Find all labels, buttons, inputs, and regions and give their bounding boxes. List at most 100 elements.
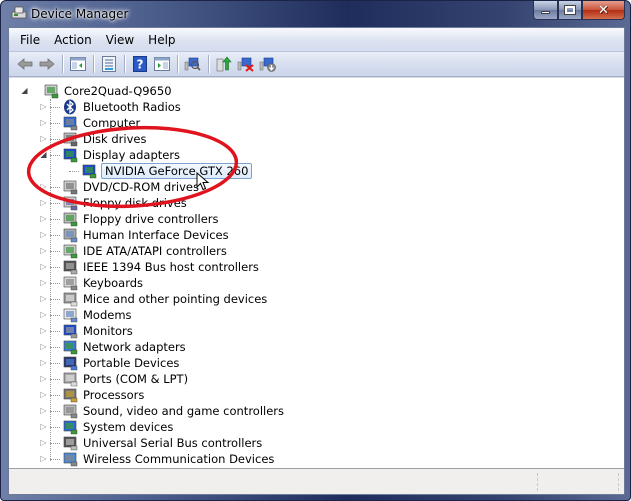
collapse-arrow-icon[interactable]: ◢ [20, 86, 29, 95]
status-pane [537, 473, 538, 491]
hid-icon [63, 228, 78, 243]
tree-root-node[interactable]: Core2Quad-Q9650 [43, 83, 173, 99]
expand-arrow-icon[interactable]: ▷ [39, 374, 48, 383]
node-label: Human Interface Devices [83, 228, 229, 242]
expand-arrow-icon[interactable]: ▷ [39, 294, 48, 303]
minimize-button[interactable] [533, 1, 558, 20]
uninstall-button[interactable] [235, 53, 257, 75]
expand-arrow-icon[interactable]: ▷ [39, 278, 48, 287]
expand-arrow-icon[interactable]: ▷ [39, 342, 48, 351]
expand-arrow-icon[interactable]: ▷ [39, 102, 48, 111]
expand-arrow-icon[interactable]: ▷ [39, 214, 48, 223]
expand-arrow-icon[interactable]: ▷ [39, 390, 48, 399]
tree-category-mice-and-other-pointing-devices[interactable]: Mice and other pointing devices [62, 291, 268, 307]
expand-arrow-icon[interactable]: ▷ [39, 326, 48, 335]
tree-connector-line [50, 251, 60, 252]
portable-device-icon [63, 356, 78, 371]
back-button[interactable] [14, 53, 36, 75]
mouse-cursor-icon [196, 172, 210, 191]
scan-hardware-changes-button[interactable] [182, 53, 204, 75]
caption-buttons: ✕ [533, 1, 625, 20]
keyboard-icon [63, 276, 78, 291]
tree-category-wireless-communication-devices[interactable]: Wireless Communication Devices [62, 451, 275, 467]
device-manager-window: Device Manager ✕ File Action View Help ?… [0, 0, 631, 501]
help-button[interactable]: ? [129, 53, 151, 75]
toolbar-separator [208, 55, 209, 73]
node-label: IEEE 1394 Bus host controllers [83, 260, 259, 274]
sound-icon [63, 404, 78, 419]
tree-category-network-adapters[interactable]: Network adapters [62, 339, 187, 355]
tree-category-monitors[interactable]: Monitors [62, 323, 134, 339]
tree-category-keyboards[interactable]: Keyboards [62, 275, 144, 291]
expand-arrow-icon[interactable]: ▷ [39, 246, 48, 255]
system-devices-icon [63, 420, 78, 435]
tree-connector-line [50, 459, 60, 460]
usb-icon [63, 436, 78, 451]
update-driver-button[interactable] [213, 53, 235, 75]
tree-category-modems[interactable]: Modems [62, 307, 133, 323]
show-hide-action-pane-button[interactable] [151, 53, 173, 75]
tree-category-system-devices[interactable]: System devices [62, 419, 174, 435]
node-label: Network adapters [83, 340, 186, 354]
tree-connector-line [50, 427, 60, 428]
tree-connector-line [50, 283, 60, 284]
tree-connector-line [50, 267, 60, 268]
expand-arrow-icon[interactable]: ▷ [39, 406, 48, 415]
svg-text:?: ? [137, 58, 144, 72]
toolbar-separator [177, 55, 178, 73]
tree-connector-line [50, 123, 60, 124]
tree-category-ieee-1394-bus-host-controllers[interactable]: IEEE 1394 Bus host controllers [62, 259, 260, 275]
tree-category-bluetooth-radios[interactable]: Bluetooth Radios [62, 99, 182, 115]
maximize-button[interactable] [558, 1, 582, 20]
expand-arrow-icon[interactable]: ▷ [39, 262, 48, 271]
node-label: Wireless Communication Devices [83, 452, 275, 466]
disable-device-icon [259, 57, 276, 72]
menu-action[interactable]: Action [47, 33, 99, 47]
bluetooth-icon [64, 99, 76, 115]
node-label: Keyboards [83, 276, 144, 290]
floppy-controller-icon [63, 212, 78, 227]
back-icon [17, 58, 33, 70]
uninstall-icon [237, 57, 254, 72]
tree-category-ide-ata-atapi-controllers[interactable]: IDE ATA/ATAPI controllers [62, 243, 228, 259]
node-label: Floppy drive controllers [83, 212, 219, 226]
disable-device-button[interactable] [257, 53, 279, 75]
title-bar[interactable]: Device Manager ✕ [1, 1, 630, 27]
show-hide-console-tree-button[interactable] [67, 53, 89, 75]
tree-category-floppy-drive-controllers[interactable]: Floppy drive controllers [62, 211, 220, 227]
properties-button[interactable] [98, 53, 120, 75]
expand-arrow-icon[interactable]: ▷ [39, 230, 48, 239]
menu-help[interactable]: Help [141, 33, 182, 47]
tree-category-portable-devices[interactable]: Portable Devices [62, 355, 180, 371]
expand-arrow-icon[interactable]: ▷ [39, 438, 48, 447]
window-title: Device Manager [31, 7, 129, 21]
expand-arrow-icon[interactable]: ▷ [39, 422, 48, 431]
tree-connector-line [50, 235, 60, 236]
node-label: Modems [83, 308, 132, 322]
menu-file[interactable]: File [13, 33, 47, 47]
red-highlight-ellipse [26, 125, 239, 209]
computer-root-icon [44, 84, 59, 99]
modem-icon [63, 308, 78, 323]
node-label: IDE ATA/ATAPI controllers [83, 244, 227, 258]
menu-bar: File Action View Help [9, 28, 624, 51]
expand-arrow-icon[interactable]: ▷ [39, 310, 48, 319]
close-icon: ✕ [598, 2, 609, 18]
help-icon: ? [133, 56, 147, 72]
close-button[interactable]: ✕ [582, 1, 625, 20]
forward-button[interactable] [36, 53, 58, 75]
tree-category-universal-serial-bus-controllers[interactable]: Universal Serial Bus controllers [62, 435, 263, 451]
tree-category-processors[interactable]: Processors [62, 387, 145, 403]
processor-icon [63, 388, 78, 403]
monitor-icon [63, 324, 78, 339]
expand-arrow-icon[interactable]: ▷ [39, 358, 48, 367]
tree-category-human-interface-devices[interactable]: Human Interface Devices [62, 227, 230, 243]
mouse-icon [63, 292, 78, 307]
show-hide-action-pane-icon [154, 57, 170, 71]
tree-category-ports-com-lpt[interactable]: Ports (COM & LPT) [62, 371, 189, 387]
expand-arrow-icon[interactable]: ▷ [39, 454, 48, 463]
menu-view[interactable]: View [99, 33, 141, 47]
node-label: Ports (COM & LPT) [83, 372, 189, 386]
minimize-icon [541, 10, 550, 14]
tree-category-sound-video-and-game-controllers[interactable]: Sound, video and game controllers [62, 403, 285, 419]
